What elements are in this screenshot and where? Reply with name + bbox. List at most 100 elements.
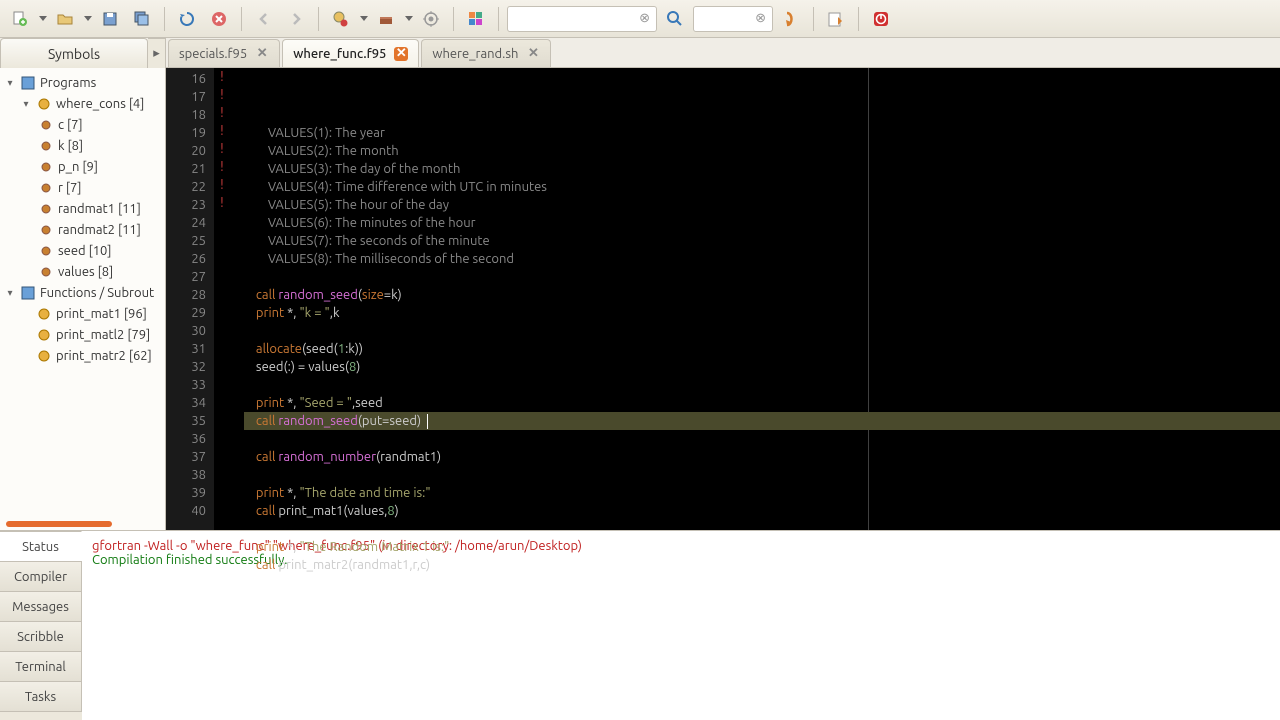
- code-line[interactable]: VALUES(1): The year: [244, 124, 1280, 142]
- goto-input[interactable]: [700, 12, 755, 25]
- code-line[interactable]: [244, 268, 1280, 286]
- collapse-sidebar-icon[interactable]: ▸: [148, 38, 166, 68]
- nav-forward-button[interactable]: [282, 5, 310, 33]
- save-button[interactable]: [96, 5, 124, 33]
- dropdown-icon[interactable]: [39, 16, 47, 21]
- code-line[interactable]: print *, "The Random Matrix 1 is:": [244, 538, 1280, 556]
- search-input[interactable]: [514, 12, 639, 25]
- function-icon: [36, 348, 52, 364]
- variable-icon: [38, 159, 54, 175]
- tree-variable[interactable]: c [7]: [2, 114, 163, 135]
- goto-field[interactable]: ⊗: [693, 6, 773, 32]
- tree-variable[interactable]: p_n [9]: [2, 156, 163, 177]
- clear-icon[interactable]: ⊗: [755, 11, 766, 26]
- separator: [858, 7, 859, 31]
- sidebar-scrollbar[interactable]: [6, 521, 112, 527]
- tree-label: print_mat1 [96]: [56, 307, 147, 321]
- separator: [164, 7, 165, 31]
- function-icon: [36, 306, 52, 322]
- code-line[interactable]: VALUES(7): The seconds of the minute: [244, 232, 1280, 250]
- tree-programs[interactable]: ▾ Programs: [2, 72, 163, 93]
- variable-icon: [38, 180, 54, 196]
- code-line[interactable]: call random_seed(size=k): [244, 286, 1280, 304]
- tree-functions[interactable]: ▾ Functions / Subrout: [2, 282, 163, 303]
- code-line[interactable]: [244, 520, 1280, 538]
- dropdown-icon[interactable]: [360, 16, 368, 21]
- code-line[interactable]: call random_seed(put=seed): [244, 412, 1280, 430]
- tree-function[interactable]: print_matl2 [79]: [2, 324, 163, 345]
- close-tab-icon[interactable]: ✕: [526, 47, 540, 61]
- module-icon: [20, 75, 36, 91]
- goto-button[interactable]: [777, 5, 805, 33]
- code-editor[interactable]: 1617181920212223242526272829303132333435…: [166, 68, 1280, 530]
- tree-program-item[interactable]: ▾ where_cons [4]: [2, 93, 163, 114]
- tree-variable[interactable]: randmat1 [11]: [2, 198, 163, 219]
- build-button[interactable]: [372, 5, 400, 33]
- file-tab[interactable]: where_func.f95 ✕: [282, 39, 419, 67]
- variable-icon: [38, 243, 54, 259]
- file-tab[interactable]: where_rand.sh✕: [421, 39, 551, 67]
- code-line[interactable]: [244, 376, 1280, 394]
- tree-label: randmat1 [11]: [58, 202, 141, 216]
- bottom-tab-messages[interactable]: Messages: [0, 591, 82, 622]
- file-tab[interactable]: specials.f95✕: [168, 39, 280, 67]
- bottom-tab-tasks[interactable]: Tasks: [0, 681, 82, 712]
- expand-icon[interactable]: ▾: [4, 287, 16, 299]
- find-button[interactable]: [661, 5, 689, 33]
- code-line[interactable]: VALUES(2): The month: [244, 142, 1280, 160]
- bottom-tab-compiler[interactable]: Compiler: [0, 561, 82, 592]
- code-line[interactable]: VALUES(6): The minutes of the hour: [244, 214, 1280, 232]
- expand-icon[interactable]: ▾: [20, 98, 32, 110]
- dropdown-icon[interactable]: [84, 16, 92, 21]
- save-all-button[interactable]: [128, 5, 156, 33]
- open-file-button[interactable]: [51, 5, 79, 33]
- tree-variable[interactable]: randmat2 [11]: [2, 219, 163, 240]
- tree-variable[interactable]: seed [10]: [2, 240, 163, 261]
- code-line[interactable]: VALUES(5): The hour of the day: [244, 196, 1280, 214]
- code-area[interactable]: VALUES(1): The year VALUES(2): The month…: [232, 68, 1280, 530]
- code-line[interactable]: print *, "k = ",k: [244, 304, 1280, 322]
- expand-icon[interactable]: ▾: [4, 77, 16, 89]
- tree-variable[interactable]: r [7]: [2, 177, 163, 198]
- code-line[interactable]: call print_matr2(randmat1,r,c): [244, 556, 1280, 574]
- code-line[interactable]: seed(:) = values(8): [244, 358, 1280, 376]
- new-file-button[interactable]: [6, 5, 34, 33]
- close-tab-icon[interactable]: ✕: [394, 47, 408, 61]
- code-line[interactable]: VALUES(3): The day of the month: [244, 160, 1280, 178]
- close-tab-icon[interactable]: ✕: [255, 47, 269, 61]
- search-field[interactable]: ⊗: [507, 6, 657, 32]
- color-picker-button[interactable]: [462, 5, 490, 33]
- tree-function[interactable]: print_mat1 [96]: [2, 303, 163, 324]
- tree-label: print_matl2 [79]: [56, 328, 150, 342]
- code-line[interactable]: [244, 322, 1280, 340]
- code-line[interactable]: VALUES(8): The milliseconds of the secon…: [244, 250, 1280, 268]
- variable-icon: [38, 138, 54, 154]
- tree-function[interactable]: print_matr2 [62]: [2, 345, 163, 366]
- tree-label: c [7]: [58, 118, 83, 132]
- code-line[interactable]: call random_number(randmat1): [244, 448, 1280, 466]
- tree-variable[interactable]: k [8]: [2, 135, 163, 156]
- compile-button[interactable]: [327, 5, 355, 33]
- code-line[interactable]: print *, "Seed = ",seed: [244, 394, 1280, 412]
- close-button[interactable]: [205, 5, 233, 33]
- reload-button[interactable]: [173, 5, 201, 33]
- code-line[interactable]: [244, 466, 1280, 484]
- nav-back-button[interactable]: [250, 5, 278, 33]
- bottom-tab-terminal[interactable]: Terminal: [0, 651, 82, 682]
- code-line[interactable]: [244, 430, 1280, 448]
- run-button[interactable]: [417, 5, 445, 33]
- bottom-tab-scribble[interactable]: Scribble: [0, 621, 82, 652]
- bottom-tab-status[interactable]: Status: [0, 531, 82, 562]
- tab-label: where_func.f95: [293, 47, 386, 61]
- tree-variable[interactable]: values [8]: [2, 261, 163, 282]
- code-line[interactable]: print *, "The date and time is:": [244, 484, 1280, 502]
- code-line[interactable]: allocate(seed(1:k)): [244, 340, 1280, 358]
- dropdown-icon[interactable]: [405, 16, 413, 21]
- code-line[interactable]: VALUES(4): Time difference with UTC in m…: [244, 178, 1280, 196]
- clear-icon[interactable]: ⊗: [639, 11, 650, 26]
- variable-icon: [38, 201, 54, 217]
- preferences-button[interactable]: [822, 5, 850, 33]
- symbols-panel-tab[interactable]: Symbols: [0, 38, 148, 68]
- code-line[interactable]: call print_mat1(values,8): [244, 502, 1280, 520]
- quit-button[interactable]: [867, 5, 895, 33]
